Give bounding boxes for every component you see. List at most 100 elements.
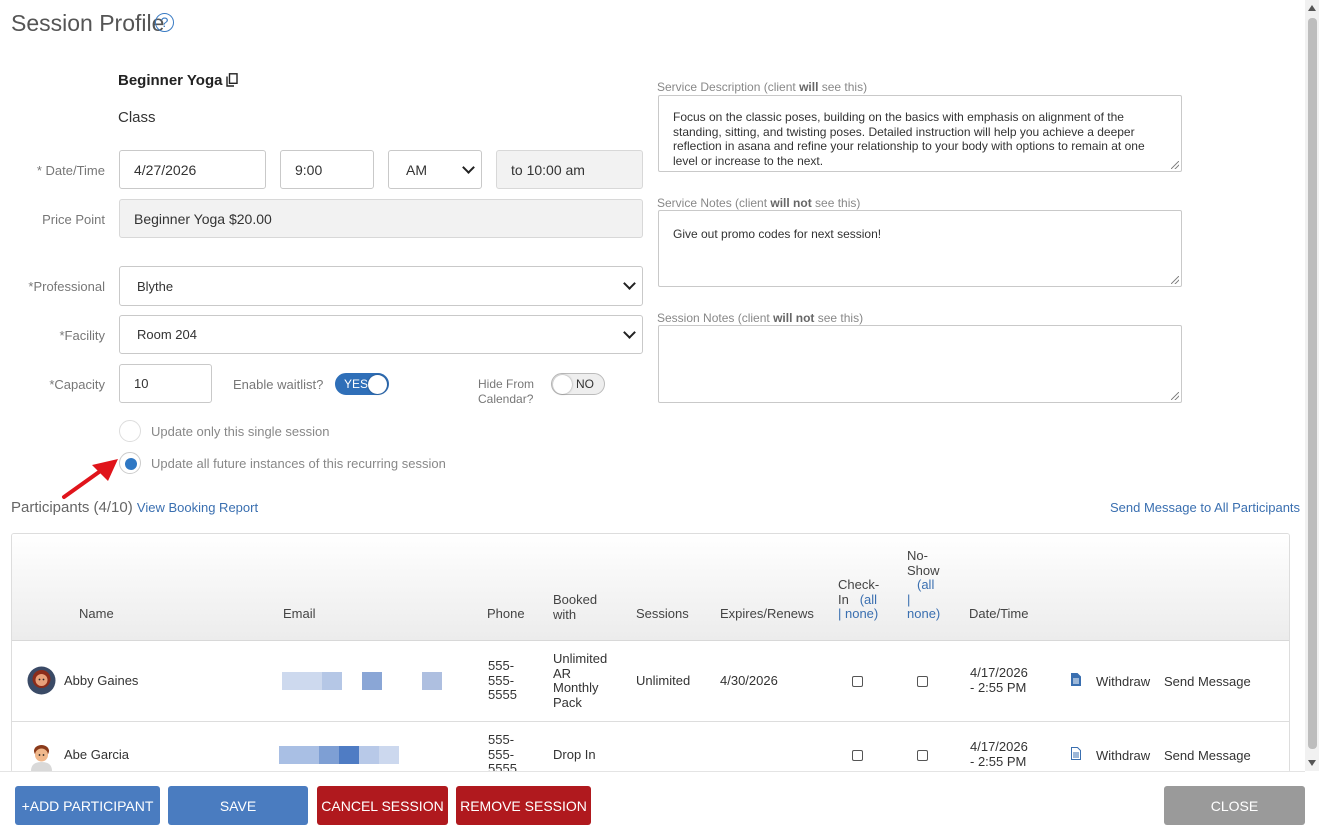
noshow-checkbox[interactable] xyxy=(917,750,928,761)
participant-name-link[interactable]: Abe Garcia xyxy=(64,747,129,763)
hide-calendar-toggle[interactable]: NO xyxy=(551,373,605,395)
phone-line: 555- xyxy=(488,658,515,673)
copy-icon[interactable] xyxy=(226,73,238,87)
desc-label-bold: will xyxy=(799,80,819,94)
datetime-line2: - 2:55 PM xyxy=(970,753,1027,769)
scrollbar-thumb[interactable] xyxy=(1308,18,1317,749)
document-icon[interactable] xyxy=(1071,673,1081,686)
session-notes-textarea[interactable] xyxy=(658,325,1182,403)
add-participant-button[interactable]: +ADD PARTICIPANT xyxy=(15,786,160,825)
col-datetime[interactable]: Date/Time xyxy=(969,606,1028,622)
close-button[interactable]: CLOSE xyxy=(1164,786,1305,825)
col-checkin: Check- In (all | none) xyxy=(838,577,879,622)
ampm-select[interactable]: AM xyxy=(388,150,482,189)
toggle-knob xyxy=(368,375,387,394)
redacted-email xyxy=(282,672,322,690)
service-description-textarea[interactable]: Focus on the classic poses, building on … xyxy=(658,95,1182,172)
col-sessions[interactable]: Sessions xyxy=(636,606,689,622)
participants-table: Name Email Phone Booked with Sessions Ex… xyxy=(11,533,1290,773)
service-description-label: Service Description (client will see thi… xyxy=(657,80,867,94)
send-message-link[interactable]: Send Message xyxy=(1164,674,1251,690)
booked-with: Drop In xyxy=(553,747,596,762)
vertical-scrollbar[interactable] xyxy=(1305,0,1319,771)
date-input[interactable]: 4/27/2026 xyxy=(119,150,266,189)
resize-handle-icon[interactable] xyxy=(1171,276,1179,284)
col-email[interactable]: Email xyxy=(283,606,316,622)
save-button[interactable]: SAVE xyxy=(168,786,308,825)
noshow-all-link[interactable]: (all xyxy=(907,577,940,593)
end-time-value: to 10:00 am xyxy=(511,161,585,178)
checkin-none-link[interactable]: | none) xyxy=(838,606,879,622)
col-checkin-line2: In xyxy=(838,591,849,607)
noshow-checkbox[interactable] xyxy=(917,676,928,687)
scroll-down-icon[interactable] xyxy=(1308,760,1316,766)
table-row: Abby Gaines 555- 555- 5555 Unlimited AR … xyxy=(12,641,1289,722)
hide-calendar-label: Hide From Calendar? xyxy=(478,377,534,406)
resize-handle-icon[interactable] xyxy=(1171,161,1179,169)
facility-label: *Facility xyxy=(59,328,105,343)
document-outline-icon[interactable] xyxy=(1071,747,1081,760)
booked-line: AR xyxy=(553,665,572,681)
booked-with-link[interactable]: Unlimited AR Monthly Pack xyxy=(553,651,607,710)
cancel-session-button[interactable]: CANCEL SESSION xyxy=(317,786,448,825)
datetime-line2: - 2:55 PM xyxy=(970,679,1027,695)
noshow-sep: | xyxy=(907,591,911,607)
time-value: 9:00 xyxy=(295,161,323,178)
waitlist-toggle-text: YES xyxy=(344,377,369,391)
view-booking-report-link[interactable]: View Booking Report xyxy=(137,500,258,515)
withdraw-link[interactable]: Withdraw xyxy=(1096,674,1150,690)
participant-name-link[interactable]: Abby Gaines xyxy=(64,673,138,689)
phone-line: 5555 xyxy=(488,687,517,702)
waitlist-toggle[interactable]: YES xyxy=(335,373,389,395)
withdraw-link[interactable]: Withdraw xyxy=(1096,748,1150,764)
chevron-down-icon xyxy=(462,160,475,174)
col-phone[interactable]: Phone xyxy=(487,606,525,622)
radio-all-future[interactable] xyxy=(119,452,141,474)
col-booked-line2: with xyxy=(553,606,577,622)
avatar xyxy=(27,666,56,695)
facility-select[interactable]: Room 204 xyxy=(119,315,643,354)
phone-line: 555- xyxy=(488,746,515,762)
chevron-down-icon xyxy=(623,277,636,290)
time-input[interactable]: 9:00 xyxy=(280,150,374,189)
send-message-link[interactable]: Send Message xyxy=(1164,748,1251,764)
table-header: Name Email Phone Booked with Sessions Ex… xyxy=(12,534,1289,641)
participant-sessions: Unlimited xyxy=(636,673,691,688)
remove-session-button[interactable]: REMOVE SESSION xyxy=(456,786,591,825)
expires-link[interactable]: 4/30/2026 xyxy=(720,673,778,689)
price-point-field: Beginner Yoga $20.00 xyxy=(119,199,643,238)
chevron-down-icon xyxy=(623,325,636,339)
datetime-line1: 4/17/2026 xyxy=(970,739,1028,754)
desc-label-pre: Service Description (client xyxy=(657,80,800,94)
redacted-email xyxy=(422,672,442,690)
session-notes-label-post: see this) xyxy=(814,311,864,325)
svc-notes-label-bold: will not xyxy=(770,196,812,210)
phone-line: 555- xyxy=(488,732,515,747)
radio-single-session[interactable] xyxy=(119,420,141,442)
service-notes-textarea[interactable]: Give out promo codes for next session! xyxy=(658,210,1182,287)
toggle-knob xyxy=(553,375,572,394)
col-booked-line1: Booked xyxy=(553,592,598,607)
checkin-checkbox[interactable] xyxy=(852,750,863,761)
session-notes-label-pre: Session Notes (client xyxy=(657,311,774,325)
resize-handle-icon[interactable] xyxy=(1171,392,1179,400)
checkin-checkbox[interactable] xyxy=(852,676,863,687)
send-message-all-link[interactable]: Send Message to All Participants xyxy=(1110,500,1300,515)
col-noshow-line1: No- xyxy=(907,548,928,563)
radio-all-label: Update all future instances of this recu… xyxy=(151,456,446,471)
desc-label-post: see this) xyxy=(818,80,868,94)
help-icon[interactable]: ? xyxy=(155,13,174,32)
booked-line: Pack xyxy=(553,694,582,710)
phone-line: 555- xyxy=(488,672,515,688)
service-name: Beginner Yoga xyxy=(118,72,223,89)
checkin-all-link[interactable]: (all xyxy=(860,592,877,607)
professional-select[interactable]: Blythe xyxy=(119,266,643,306)
col-name[interactable]: Name xyxy=(79,606,114,622)
col-noshow: No- Show (all | none) xyxy=(907,548,940,622)
scroll-up-icon[interactable] xyxy=(1308,5,1316,11)
col-booked-with[interactable]: Booked with xyxy=(553,592,598,622)
capacity-input[interactable]: 10 xyxy=(119,364,212,403)
svc-notes-value: Give out promo codes for next session! xyxy=(673,227,882,241)
col-expires[interactable]: Expires/Renews xyxy=(720,606,814,622)
noshow-none-link[interactable]: none) xyxy=(907,606,940,622)
